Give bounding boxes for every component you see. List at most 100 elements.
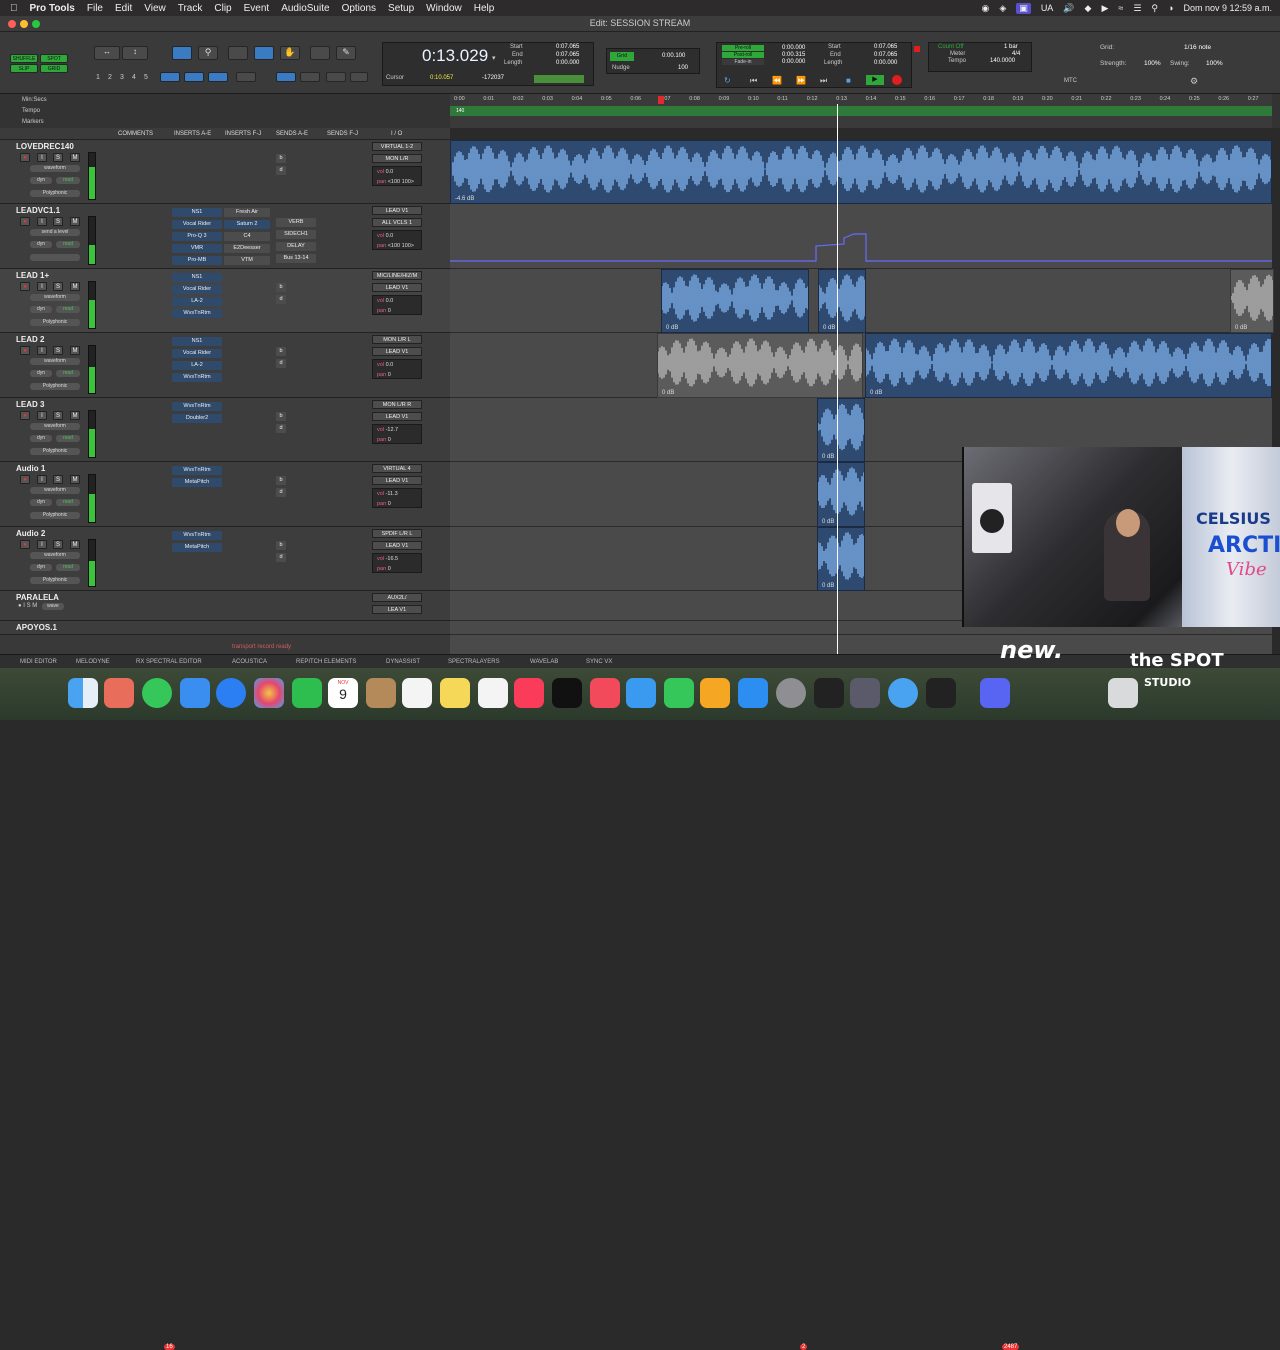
track-controls[interactable]: ● I S M (18, 603, 37, 609)
selection-length[interactable]: 0:00.000 (556, 60, 579, 66)
stop-icon[interactable]: ■ (846, 76, 851, 85)
track-view-selector[interactable]: waveform (30, 552, 80, 559)
grid-button[interactable]: Grid (610, 52, 634, 61)
apple-icon[interactable]:  (10, 3, 18, 14)
clip-gain-label[interactable]: 0 dB (823, 325, 835, 331)
facetime-icon[interactable] (292, 678, 322, 708)
audio-clip[interactable]: -4.6 dB (450, 140, 1272, 204)
solo-button[interactable]: S (53, 411, 63, 420)
record-arm-button[interactable]: ● (20, 217, 30, 226)
record-arm-button[interactable]: ● (20, 153, 30, 162)
tab-midi-editor[interactable]: MIDI EDITOR (20, 659, 57, 665)
pan-value[interactable]: 0 (388, 566, 391, 572)
track-name[interactable]: PARALELA (16, 593, 59, 602)
insertion-follows-button[interactable] (208, 72, 228, 82)
insert-slot[interactable]: NS1 (172, 273, 222, 282)
input-monitor-button[interactable]: I (37, 475, 47, 484)
keynote-icon[interactable] (626, 678, 656, 708)
tempo-ruler[interactable]: 140 (450, 106, 1272, 116)
automation-read[interactable]: read (56, 241, 80, 248)
return-to-zero-icon[interactable]: ⏮ (750, 76, 757, 86)
news-icon[interactable] (590, 678, 620, 708)
send-slot[interactable]: b (276, 476, 286, 485)
track-view-selector[interactable]: wave (42, 603, 64, 610)
activity-icon[interactable] (926, 678, 956, 708)
ruler-track[interactable]: 0:00 0:01 0:02 0:03 0:04 0:05 0:06 0:07 0:08 0:09… (450, 94, 1280, 128)
status-icon-3[interactable]: ▣ (1016, 2, 1031, 14)
menu-edit[interactable]: Edit (115, 3, 132, 14)
zoom-preset-3[interactable]: 3 (120, 74, 124, 81)
ua-status[interactable]: UA (1041, 3, 1054, 13)
send-slot[interactable]: d (276, 166, 286, 175)
clip-gain-label[interactable]: 0 dB (870, 390, 882, 396)
track-header-paralela[interactable]: PARALELA ● I S M wave AUX2L/LEA V1 (0, 591, 450, 621)
input-monitor-button[interactable]: I (37, 217, 47, 226)
input-selector[interactable]: AUX2L/ (372, 593, 422, 602)
tab-rx[interactable]: RX SPECTRAL EDITOR (136, 659, 202, 665)
insert-slot[interactable]: Vocal Rider (172, 220, 222, 229)
input-selector[interactable]: MIC/LINE/HIZ/M (372, 271, 422, 280)
automation-dyn[interactable]: dyn (30, 306, 52, 313)
track-view-selector[interactable]: waveform (30, 487, 80, 494)
insert-slot[interactable]: Pro-Q 3 (172, 232, 222, 241)
zoom-preset-5[interactable]: 5 (144, 74, 148, 81)
insert-slot[interactable]: WvsTnRtm (172, 402, 222, 411)
clip-gain-label[interactable]: 0 dB (822, 583, 834, 589)
trim-tool-button[interactable] (228, 46, 248, 60)
swing-value[interactable]: 100% (1206, 60, 1223, 67)
col-sends-ae[interactable]: SENDS A-E (276, 131, 308, 137)
col-comments[interactable]: COMMENTS (118, 131, 153, 137)
track-header-audio-1[interactable]: Audio 1 ● I S Mwaveform dyn read Polyphonic WvsT… (0, 462, 450, 527)
insert-slot[interactable]: MetaPitch (172, 543, 222, 552)
selection-end[interactable]: 0:07.065 (556, 52, 579, 58)
volume-value[interactable]: 0.0 (386, 298, 394, 304)
send-slot[interactable]: DELAY (276, 242, 316, 251)
postroll-value[interactable]: 0:00.315 (782, 52, 805, 58)
input-monitor-button[interactable]: I (37, 540, 47, 549)
mute-button[interactable]: M (70, 475, 80, 484)
menu-setup[interactable]: Setup (388, 3, 414, 14)
insert-slot[interactable]: WvsTnRtm (172, 466, 222, 475)
play-button[interactable]: ▶ (866, 75, 884, 85)
vol-pan-display[interactable]: vol 0.0 pan <100 100> (372, 166, 422, 186)
notes-icon[interactable] (440, 678, 470, 708)
track-name[interactable]: LEAD 3 (16, 400, 44, 409)
zoom-preset-2[interactable]: 2 (108, 74, 112, 81)
input-selector[interactable]: VIRTUAL 1-2 (372, 142, 422, 151)
elastic-audio-mode[interactable]: Polyphonic (30, 577, 80, 584)
menu-track[interactable]: Track (178, 3, 203, 14)
fast-forward-icon[interactable]: ⏩ (796, 76, 806, 85)
audio-clip[interactable]: 0 dB (865, 333, 1272, 398)
contacts-icon[interactable] (366, 678, 396, 708)
elastic-audio-mode[interactable] (30, 254, 80, 261)
solo-button[interactable]: S (53, 475, 63, 484)
transport-length[interactable]: 0:00.000 (874, 60, 897, 66)
audio-clip[interactable]: 0 dB (657, 333, 863, 398)
snap-button[interactable] (300, 72, 320, 82)
automation-dyn[interactable]: dyn (30, 177, 52, 184)
status-icon-2[interactable]: ◈ (999, 3, 1006, 14)
insert-slot-fj[interactable]: VTM (224, 256, 270, 265)
toggle-icon[interactable]: ◑ (1168, 3, 1173, 13)
menu-file[interactable]: File (87, 3, 103, 14)
mirror-midi-button[interactable] (276, 72, 296, 82)
insert-slot[interactable]: Pro-MB (172, 256, 222, 265)
link-track-button[interactable] (184, 72, 204, 82)
input-monitor-button[interactable]: I (37, 411, 47, 420)
send-slot[interactable]: b (276, 154, 286, 163)
volume-value[interactable]: 0.0 (386, 362, 394, 368)
send-slot[interactable]: d (276, 295, 286, 304)
pages-icon[interactable] (700, 678, 730, 708)
input-monitor-button[interactable]: I (37, 282, 47, 291)
insert-slot[interactable]: NS1 (172, 208, 222, 217)
track-view-selector[interactable]: waveform (30, 294, 80, 301)
meter-value[interactable]: 4/4 (1012, 51, 1020, 57)
elastic-audio-mode[interactable]: Polyphonic (30, 319, 80, 326)
pan-value[interactable]: 0 (388, 437, 391, 443)
input-selector[interactable]: LEAD V1 (372, 206, 422, 215)
tab-repitch[interactable]: REPITCH ELEMENTS (296, 659, 356, 665)
track-name[interactable]: Audio 2 (16, 529, 45, 538)
automation-dyn[interactable]: dyn (30, 370, 52, 377)
audio-clip[interactable]: 0 dB (817, 398, 865, 462)
vol-pan-display[interactable]: vol -16.5 pan 0 (372, 553, 422, 573)
